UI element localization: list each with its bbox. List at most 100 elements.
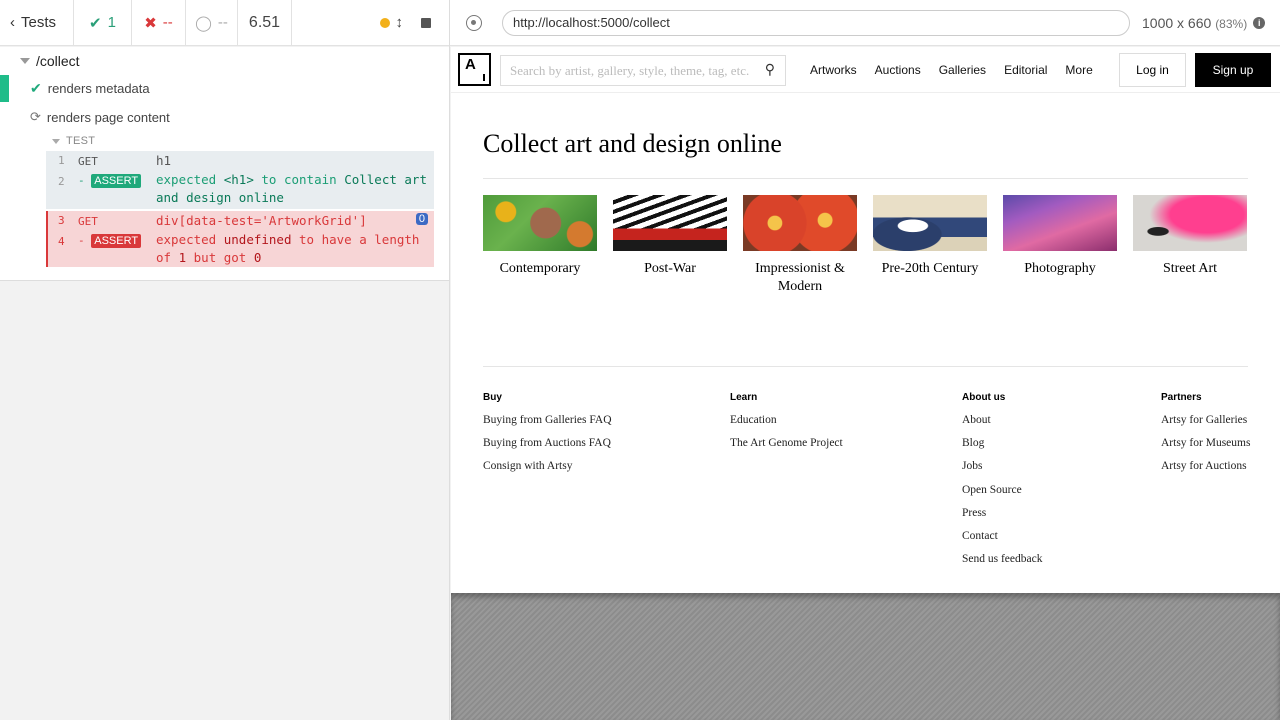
category-label: Impressionist & Modern	[755, 261, 845, 294]
signup-button[interactable]: Sign up	[1195, 53, 1271, 87]
stop-icon[interactable]	[421, 17, 431, 28]
viewport-overflow-area	[451, 593, 1280, 720]
msg-part: 0	[253, 250, 262, 265]
command-name: GET	[78, 215, 98, 228]
footer-link[interactable]: Jobs	[962, 460, 1042, 483]
search-input[interactable]: Search by artist, gallery, style, theme,…	[500, 55, 786, 86]
test-item-passed[interactable]: ✔ renders metadata	[0, 75, 449, 102]
category-label: Photography	[1024, 261, 1096, 276]
command-message: h1	[156, 153, 172, 168]
category-impressionist-modern[interactable]: Impressionist & Modern	[743, 195, 857, 296]
login-button[interactable]: Log in	[1119, 53, 1186, 87]
check-icon: ✔	[89, 14, 102, 32]
footer-heading: Learn	[730, 392, 758, 403]
test-header-label: TEST	[66, 135, 96, 147]
category-street-art[interactable]: Street Art	[1133, 195, 1247, 296]
caret-down-icon	[20, 58, 30, 64]
auto-scroll-toggle-icon[interactable]: ↕	[396, 14, 404, 31]
test-runner-panel: ‹ Tests ✔ 1 ✖ -- ◯ -- 6.51 ↕ /collect ✔ …	[0, 0, 450, 720]
command-name: - ASSERT	[78, 234, 142, 248]
command-message: expected undefined to have a length of 1…	[156, 231, 428, 267]
test-title: renders page content	[46, 109, 170, 125]
nav-link-editorial[interactable]: Editorial	[1004, 63, 1047, 77]
scale-value: (83%)	[1215, 16, 1248, 31]
category-post-war[interactable]: Post-War	[613, 195, 727, 296]
msg-part: <h1>	[223, 172, 254, 187]
page-title: Collect art and design online	[483, 129, 782, 158]
command-number: 2	[58, 175, 65, 188]
footer-heading: Buy	[483, 392, 502, 403]
footer-column-about: About us About Blog Jobs Open Source Pre…	[962, 392, 1042, 576]
category-label: Post-War	[644, 261, 696, 276]
msg-part: 1	[178, 250, 187, 265]
footer-link[interactable]: Buying from Auctions FAQ	[483, 437, 612, 460]
nav-link-galleries[interactable]: Galleries	[939, 63, 986, 77]
footer-link[interactable]: About	[962, 414, 1042, 437]
footer-link[interactable]: Consign with Artsy	[483, 460, 612, 483]
command-name: GET	[78, 155, 98, 168]
url-field[interactable]: http://localhost:5000/collect	[502, 9, 1130, 36]
footer-column-buy: Buy Buying from Galleries FAQ Buying fro…	[483, 392, 612, 484]
nav-link-artworks[interactable]: Artworks	[810, 63, 857, 77]
msg-part: undefined	[223, 232, 292, 247]
category-label: Street Art	[1162, 261, 1218, 276]
footer-link[interactable]: Artsy for Museums	[1161, 437, 1250, 460]
category-grid: Contemporary Post-War Impressionist & Mo…	[483, 195, 1247, 296]
search-icon[interactable]: ⚲	[765, 62, 775, 79]
msg-part: to contain	[261, 172, 337, 187]
command-number: 4	[58, 235, 65, 248]
footer-heading: Partners	[1161, 392, 1202, 403]
footer-link[interactable]: Press	[962, 507, 1042, 530]
category-pre-20th-century[interactable]: Pre-20th Century	[873, 195, 987, 296]
back-label: Tests	[21, 14, 57, 31]
site-header: A Search by artist, gallery, style, them…	[451, 47, 1280, 93]
footer-link[interactable]: Buying from Galleries FAQ	[483, 414, 612, 437]
search-placeholder: Search by artist, gallery, style, theme,…	[510, 62, 750, 78]
test-section-header[interactable]: TEST	[52, 135, 95, 147]
command-name: - ASSERT	[78, 174, 142, 188]
footer-link[interactable]: Open Source	[962, 484, 1042, 507]
assert-badge: ASSERT	[91, 234, 142, 248]
category-photography[interactable]: Photography	[1003, 195, 1117, 296]
command-message: div[data-test='ArtworkGrid']	[156, 213, 367, 228]
nav-link-auctions[interactable]: Auctions	[875, 63, 921, 77]
command-log: 1 GET h1 2 - ASSERT expected <h1> to con…	[46, 151, 434, 267]
category-image	[873, 195, 987, 251]
runner-header: ‹ Tests ✔ 1 ✖ -- ◯ -- 6.51 ↕	[0, 0, 449, 46]
category-image	[1003, 195, 1117, 251]
artsy-logo[interactable]: A	[458, 53, 491, 86]
caret-down-icon	[52, 138, 60, 144]
assert-badge: ASSERT	[91, 174, 142, 188]
command-number: 1	[58, 154, 65, 167]
footer-link[interactable]: Artsy for Galleries	[1161, 414, 1250, 437]
footer-link[interactable]: Artsy for Auctions	[1161, 460, 1250, 483]
pending-count: ◯ --	[186, 0, 238, 45]
viewport-size: 1000 x 660 (83%)	[1142, 15, 1247, 31]
running-indicator-icon	[379, 17, 390, 28]
footer-link[interactable]: Send us feedback	[962, 553, 1042, 576]
back-to-tests-button[interactable]: ‹ Tests	[0, 0, 74, 45]
footer-column-partners: Partners Artsy for Galleries Artsy for M…	[1161, 392, 1250, 484]
suite-title[interactable]: /collect	[0, 51, 80, 71]
footer-link[interactable]: Contact	[962, 530, 1042, 553]
command-row-failed[interactable]: 4 - ASSERT expected undefined to have a …	[46, 231, 434, 267]
category-contemporary[interactable]: Contemporary	[483, 195, 597, 296]
category-image	[1133, 195, 1247, 251]
test-title: renders metadata	[47, 80, 150, 96]
refresh-icon: ⟳	[30, 109, 41, 124]
command-row-failed[interactable]: 3 GET div[data-test='ArtworkGrid'] 0	[46, 211, 434, 231]
footer-link[interactable]: The Art Genome Project	[730, 437, 843, 460]
passed-count: ✔ 1	[74, 0, 132, 45]
main-nav: Artworks Auctions Galleries Editorial Mo…	[810, 47, 1111, 93]
nav-link-more[interactable]: More	[1065, 63, 1092, 77]
app-under-test-frame: A Search by artist, gallery, style, them…	[451, 47, 1280, 593]
category-label: Pre-20th Century	[881, 261, 979, 276]
info-icon[interactable]: i	[1253, 16, 1266, 29]
footer-link[interactable]: Education	[730, 414, 843, 437]
footer-link[interactable]: Blog	[962, 437, 1042, 460]
selector-playground-icon[interactable]	[466, 14, 482, 31]
command-row[interactable]: 2 - ASSERT expected <h1> to contain Coll…	[46, 171, 434, 209]
command-row[interactable]: 1 GET h1	[46, 151, 434, 171]
aut-header: http://localhost:5000/collect 1000 x 660…	[450, 0, 1280, 46]
test-item-running[interactable]: ⟳ renders page content	[0, 104, 449, 130]
